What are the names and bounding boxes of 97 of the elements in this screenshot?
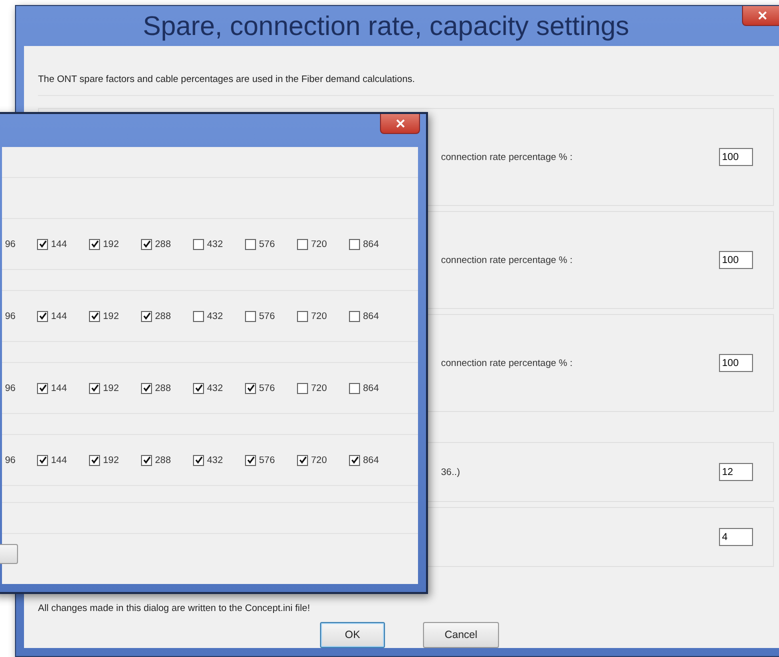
number-field[interactable]: 4 [719,528,753,546]
number-field[interactable]: 100 [719,251,753,269]
checkbox[interactable] [141,454,152,466]
option-label: 720 [311,382,327,394]
check-icon [298,456,306,464]
checkbox[interactable] [37,382,48,394]
check-icon [350,456,358,464]
option-label: 720 [311,310,327,322]
option-label: 192 [103,310,119,322]
check-icon [38,312,46,320]
checkbox[interactable] [193,454,204,466]
checkbox[interactable] [141,310,152,322]
option-label: 720 [311,238,327,250]
checkbox[interactable] [89,382,100,394]
checkbox[interactable] [37,238,48,250]
checkbox[interactable] [349,310,360,322]
intro-text: The ONT spare factors and cable percentages are used in the Fiber demand calculations. [38,74,774,96]
close-button[interactable] [742,6,779,26]
option-label: 576 [259,310,275,322]
check-icon [90,384,98,392]
checkbox[interactable] [37,454,48,466]
check-icon [90,240,98,248]
checkbox[interactable] [37,310,48,322]
check-icon [90,312,98,320]
check-icon [194,384,202,392]
checkbox[interactable] [349,238,360,250]
checkbox[interactable] [89,454,100,466]
checkbox[interactable] [193,238,204,250]
number-field[interactable]: 100 [719,148,753,166]
checkbox[interactable] [245,238,256,250]
option-label: 144 [51,238,67,250]
checkbox[interactable] [141,382,152,394]
check-icon [142,456,150,464]
checkbox[interactable] [245,382,256,394]
field-label: connection rate percentage % : [441,152,573,162]
ok-button[interactable]: OK [320,622,385,648]
checkbox[interactable] [297,310,308,322]
field-label: connection rate percentage % : [441,358,573,368]
check-icon [38,384,46,392]
option-label: 432 [207,238,223,250]
option-label: 96 [5,310,16,322]
close-icon [758,11,766,20]
option-label: 96 [5,238,16,250]
checkbox[interactable] [193,382,204,394]
check-icon [142,384,150,392]
option-label: 288 [155,238,171,250]
field-label: connection rate percentage % : [441,254,573,266]
option-label: 192 [103,454,119,466]
check-icon [90,456,98,464]
checkbox[interactable] [297,454,308,466]
checkbox[interactable] [349,382,360,394]
check-icon [38,240,46,248]
option-label: 96 [5,454,16,466]
checkbox[interactable] [193,310,204,322]
field-label: 36..) [441,466,460,478]
checkbox[interactable] [297,238,308,250]
check-icon [246,384,254,392]
option-label: 192 [103,382,119,394]
option-label: 96 [5,382,16,394]
option-label: 144 [51,310,67,322]
checkbox[interactable] [297,382,308,394]
checkbox[interactable] [89,310,100,322]
check-icon [142,240,150,248]
option-label: 864 [363,238,379,250]
close-icon [396,119,404,128]
option-label: 864 [363,454,379,466]
option-label: 288 [155,310,171,322]
option-label: 288 [155,382,171,394]
checkbox[interactable] [89,238,100,250]
number-field[interactable]: 12 [719,463,753,481]
checkbox[interactable] [141,238,152,250]
option-label: 144 [51,382,67,394]
option-label: 432 [207,310,223,322]
footer-note: All changes made in this dialog are written to the Concept.ini file! [38,603,311,614]
option-label: 720 [311,454,327,466]
check-icon [194,456,202,464]
option-label: 864 [363,382,379,394]
cancel-button[interactable]: Cancel [423,622,499,648]
option-label: 432 [207,454,223,466]
close-button[interactable] [380,114,420,134]
option-label: 192 [103,238,119,250]
number-field[interactable]: 100 [719,354,753,372]
option-label: 576 [259,382,275,394]
check-icon [38,456,46,464]
window-title: Spare, connection rate, capacity settings [142,10,630,42]
checkbox[interactable] [245,454,256,466]
check-icon [142,312,150,320]
option-label: 576 [259,454,275,466]
option-label: 288 [155,454,171,466]
checkbox[interactable] [245,310,256,322]
checkbox[interactable] [349,454,360,466]
button[interactable] [0,544,18,564]
option-label: 576 [259,238,275,250]
check-icon [246,456,254,464]
option-label: 864 [363,310,379,322]
option-label: 432 [207,382,223,394]
option-label: 144 [51,454,67,466]
